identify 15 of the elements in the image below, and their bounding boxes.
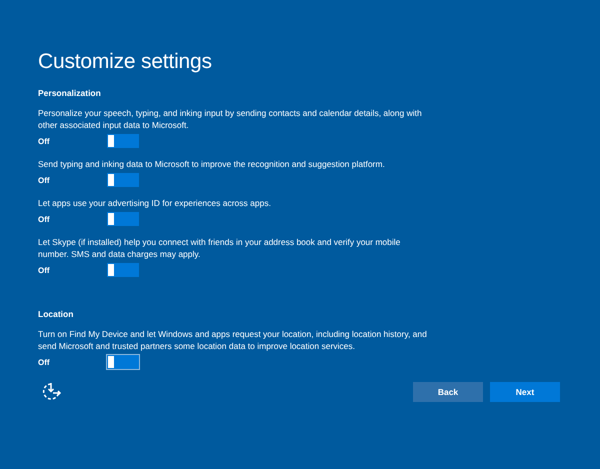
setting-description: Let apps use your advertising ID for experiences across apps.: [38, 197, 272, 209]
setting-description: Let Skype (if installed) help you connect with friends in your address book and verify your mobile number. SMS and data charges may apply.: [38, 236, 402, 260]
toggle-state-label: Off: [38, 136, 51, 146]
section-heading: Personalization: [38, 88, 102, 98]
setting-description: Personalize your speech, typing, and inking input by sending contacts and calendar details, along with other associated input data to Microsoft.: [38, 107, 423, 131]
next-button[interactable]: Next: [490, 382, 560, 402]
setting-description: Turn on Find My Device and let Windows and apps request your location, including location history, and send Microsoft and trusted partners some location data to improve location services.: [38, 328, 428, 352]
back-button[interactable]: Back: [413, 382, 483, 402]
page-title: Customize settings: [38, 50, 213, 74]
toggle-state-label: Off: [38, 214, 51, 224]
section-heading: Location: [38, 309, 74, 319]
toggle-state-label: Off: [38, 358, 51, 366]
toggle-state-label: Off: [38, 176, 51, 184]
setting-description: Send typing and inking data to Microsoft to improve the recognition and suggestion platform.: [38, 158, 386, 170]
toggle-state-label: Off: [38, 266, 51, 274]
